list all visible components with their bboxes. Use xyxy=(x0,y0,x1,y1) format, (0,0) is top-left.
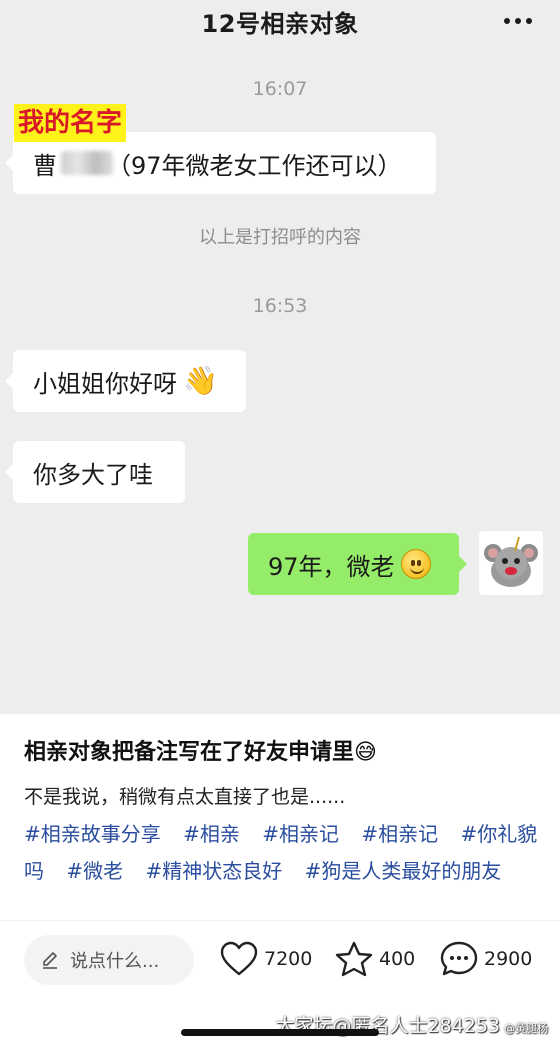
received-message-bubble[interactable]: 小姐姐你好呀 👋 xyxy=(5,350,246,412)
hashtag[interactable]: #狗是人类最好的朋友 xyxy=(305,859,502,883)
intro-suffix: （97年微老女工作还可以） xyxy=(107,151,402,180)
name-annotation-label: 我的名字 xyxy=(14,104,127,142)
avatar[interactable] xyxy=(479,531,543,595)
intro-prefix: 曹 xyxy=(33,151,57,180)
watermark-handle: @黄腿杨 xyxy=(504,1022,548,1035)
post-title: 相亲对象把备注写在了好友申请里😅 xyxy=(24,740,377,765)
post-content: 相亲对象把备注写在了好友申请里😅 不是我说，稍微有点太直接了也是...... #… xyxy=(0,714,560,920)
hashtag[interactable]: #相亲 xyxy=(183,822,240,846)
sent-message-bubble[interactable]: 97年，微老 xyxy=(248,533,467,595)
pencil-icon xyxy=(43,952,57,969)
hashtag[interactable]: #微老 xyxy=(66,859,123,883)
hashtag[interactable]: #相亲记 xyxy=(262,822,339,846)
smile-icon xyxy=(400,549,431,579)
received-message-bubble[interactable]: 你多大了哇 xyxy=(5,441,185,503)
blurred-name xyxy=(61,151,113,175)
like-button[interactable]: 7200 xyxy=(220,941,312,977)
favorite-count: 400 xyxy=(379,948,416,970)
message-text: 你多大了哇 xyxy=(33,460,153,489)
heart-icon xyxy=(220,941,258,976)
chat-area: 12号相亲对象 16:07 曹 （97年微老女工作还可以） 我的名字 以上是打招… xyxy=(0,0,560,714)
hashtag[interactable]: #精神状态良好 xyxy=(145,859,282,883)
more-icon[interactable] xyxy=(504,10,534,32)
action-bar: 说点什么... 7200 400 2900 大家坛@匿名人士284253 @黄腿杨 xyxy=(0,920,560,1044)
star-icon xyxy=(335,941,373,977)
hashtag[interactable]: #相亲记 xyxy=(361,822,438,846)
message-text: 小姐姐你好呀 xyxy=(33,369,177,398)
timestamp: 16:07 xyxy=(252,78,308,100)
message-text: 97年，微老 xyxy=(268,552,395,581)
comment-count: 2900 xyxy=(484,948,533,970)
hashtag-list: #相亲故事分享 #相亲 #相亲记 #相亲记 #你礼貌吗 #微老 #精神状态良好 … xyxy=(24,816,539,890)
comment-input[interactable]: 说点什么... xyxy=(24,935,194,985)
hashtag[interactable]: #相亲故事分享 xyxy=(24,822,161,846)
chat-title: 12号相亲对象 xyxy=(201,10,359,38)
favorite-button[interactable]: 400 xyxy=(335,941,415,977)
timestamp: 16:53 xyxy=(252,295,308,317)
comment-icon xyxy=(440,941,478,976)
chat-header: 12号相亲对象 xyxy=(0,0,560,44)
system-note: 以上是打招呼的内容 xyxy=(199,227,361,248)
like-count: 7200 xyxy=(264,948,313,970)
waving-hand-icon: 👋 xyxy=(183,364,218,397)
post-body: 不是我说，稍微有点太直接了也是...... xyxy=(24,786,346,808)
comment-placeholder: 说点什么... xyxy=(70,951,160,972)
comment-button[interactable]: 2900 xyxy=(440,941,532,977)
home-indicator[interactable] xyxy=(181,1029,379,1036)
